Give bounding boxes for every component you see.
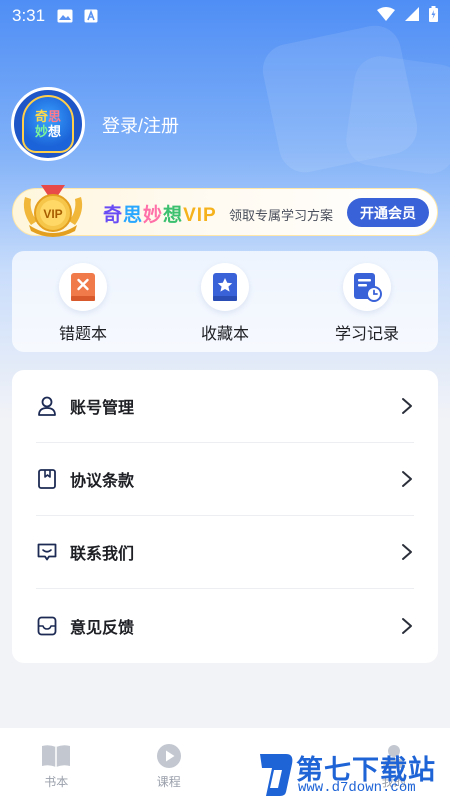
app-logo: 奇思 妙想 <box>22 95 74 153</box>
quick-item-label: 学习记录 <box>334 326 399 343</box>
agreement-icon <box>36 468 58 490</box>
feedback-icon <box>36 615 58 637</box>
chevron-right-icon <box>402 544 412 560</box>
vip-title-char: 妙 <box>143 205 164 226</box>
quick-item-study-record[interactable]: 学习记录 <box>307 263 427 344</box>
menu-item-contact[interactable]: 联系我们 <box>36 516 414 589</box>
vip-description: 领取专属学习方案 <box>229 208 334 223</box>
book-icon <box>41 742 71 770</box>
image-notification-icon <box>57 8 73 24</box>
quick-actions-card: 错题本 收藏本 学习记录 <box>12 251 438 352</box>
vip-title-char: 想 <box>163 205 184 226</box>
favorite-book-icon <box>201 263 249 311</box>
vip-medal-icon: VIP <box>23 185 83 237</box>
quick-item-label: 错题本 <box>58 326 107 343</box>
vip-title-char: VIP <box>183 205 217 226</box>
wrong-book-icon <box>59 263 107 311</box>
chevron-right-icon <box>402 471 412 487</box>
user-icon <box>36 395 58 417</box>
chevron-right-icon <box>402 398 412 414</box>
watermark-logo-icon <box>260 754 293 796</box>
menu-item-label: 协议条款 <box>70 473 135 490</box>
watermark-url: www.d7down.com <box>298 780 416 796</box>
vip-title: 奇思妙想VIP <box>103 200 217 227</box>
status-time: 3:31 <box>12 6 46 25</box>
logo-char: 思 <box>48 109 62 124</box>
logo-line-1: 奇思 <box>35 109 61 124</box>
login-register-link[interactable]: 登录/注册 <box>102 112 179 138</box>
settings-menu: 账号管理 协议条款 联系我们 意见反馈 <box>12 370 438 663</box>
menu-item-account[interactable]: 账号管理 <box>36 370 414 443</box>
quick-item-favorites[interactable]: 收藏本 <box>165 263 285 344</box>
logo-char: 奇 <box>34 109 48 124</box>
battery-icon <box>429 5 438 27</box>
study-record-icon <box>343 263 391 311</box>
nav-item-courses[interactable]: 课程 <box>124 742 214 790</box>
vip-banner[interactable]: VIP 奇思妙想VIP 领取专属学习方案 开通会员 <box>12 185 438 237</box>
play-icon <box>154 742 184 770</box>
status-bar: 3:31 <box>0 0 450 32</box>
vip-badge-text: VIP <box>43 207 62 221</box>
nav-item-books[interactable]: 书本 <box>11 742 101 790</box>
logo-char: 妙 <box>34 124 48 139</box>
signal-icon <box>405 6 419 26</box>
chevron-right-icon <box>402 617 412 634</box>
logo-line-2: 妙想 <box>35 124 61 139</box>
vip-title-char: 奇 <box>103 205 124 226</box>
menu-item-label: 意见反馈 <box>70 619 135 637</box>
avatar[interactable]: 奇思 妙想 <box>11 87 85 161</box>
quick-item-wrong-book[interactable]: 错题本 <box>23 263 143 344</box>
contact-icon <box>36 541 58 563</box>
quick-item-label: 收藏本 <box>200 326 249 343</box>
menu-item-feedback[interactable]: 意见反馈 <box>36 589 414 662</box>
decorative-shape <box>342 52 450 178</box>
vip-title-char: 思 <box>123 205 144 226</box>
nav-label: 课程 <box>156 775 181 789</box>
menu-item-label: 账号管理 <box>70 400 135 417</box>
nav-label: 书本 <box>44 775 69 789</box>
menu-item-label: 联系我们 <box>70 546 135 563</box>
open-membership-button[interactable]: 开通会员 <box>347 198 429 227</box>
logo-char: 想 <box>48 124 62 139</box>
wifi-icon <box>377 6 395 26</box>
watermark: 第七下载站 www.d7down.com <box>254 744 450 800</box>
menu-item-agreement[interactable]: 协议条款 <box>36 443 414 516</box>
app-notification-icon <box>83 8 99 24</box>
